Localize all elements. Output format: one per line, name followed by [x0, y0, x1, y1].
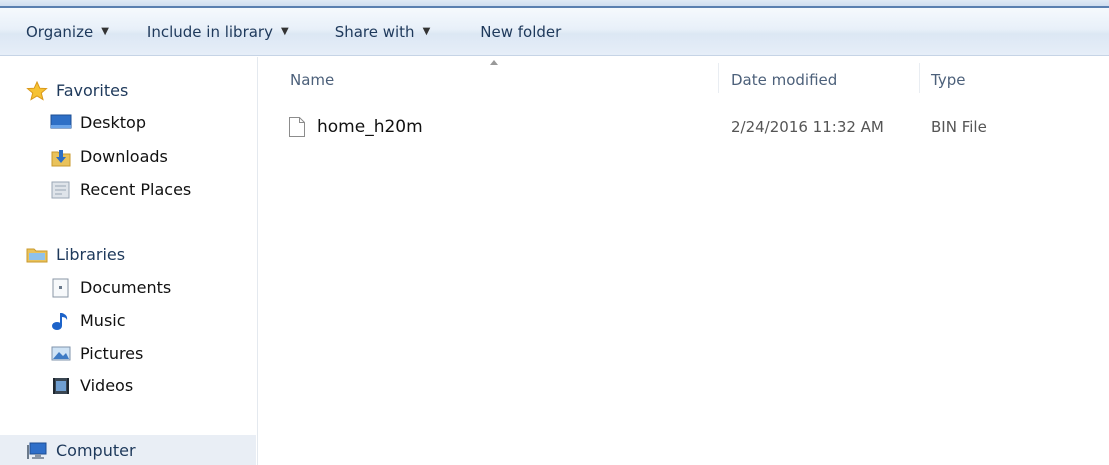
nav-libraries[interactable]: Libraries [26, 239, 125, 269]
organize-label: Organize [26, 22, 94, 41]
column-separator[interactable] [919, 63, 920, 93]
nav-item-recent-places[interactable]: Recent Places [50, 174, 191, 204]
nav-item-music-label: Music [80, 310, 126, 330]
new-folder-button[interactable]: New folder [474, 15, 567, 49]
command-bar: Organize ▼ Include in library ▼ Share wi… [0, 8, 1109, 56]
pictures-icon [50, 344, 72, 362]
nav-item-videos[interactable]: Videos [50, 370, 133, 400]
nav-item-pictures-label: Pictures [80, 343, 144, 363]
nav-item-music[interactable]: Music [50, 305, 126, 335]
nav-favorites-label: Favorites [56, 80, 129, 100]
nav-item-videos-label: Videos [80, 375, 134, 395]
file-name-cell[interactable]: home_h20m [288, 111, 423, 143]
window-frame-top [0, 0, 1109, 8]
share-with-dropdown-icon: ▼ [422, 26, 431, 37]
nav-computer-label: Computer [56, 440, 136, 460]
nav-item-desktop[interactable]: Desktop [50, 107, 146, 137]
file-date-cell: 2/24/2016 11:32 AM [731, 118, 884, 136]
share-with-button[interactable]: Share with ▼ [329, 15, 437, 49]
column-header-date-modified-label: Date modified [731, 71, 838, 89]
file-name-text: home_h20m [317, 117, 423, 137]
include-in-library-label: Include in library [146, 22, 273, 41]
navigation-pane: Favorites Desktop Downloads Recent Place… [0, 57, 258, 465]
nav-item-documents[interactable]: Documents [50, 272, 171, 302]
column-separator[interactable] [718, 63, 719, 93]
nav-item-recent-places-label: Recent Places [80, 179, 192, 199]
new-folder-label: New folder [480, 22, 562, 41]
include-in-library-button[interactable]: Include in library ▼ [141, 15, 295, 49]
libraries-icon [26, 245, 48, 263]
column-header-type[interactable]: Type [931, 67, 965, 93]
star-icon [26, 81, 48, 101]
column-header-date-modified[interactable]: Date modified [731, 67, 837, 93]
file-list: Name Date modified Type home_h20m 2/24/2… [260, 57, 1109, 465]
videos-icon [50, 376, 72, 394]
organize-button[interactable]: Organize ▼ [20, 15, 115, 49]
column-header-name-label: Name [290, 71, 335, 89]
table-row[interactable]: home_h20m 2/24/2016 11:32 AM BIN File [288, 111, 1088, 143]
share-with-label: Share with [334, 22, 415, 41]
desktop-icon [50, 113, 72, 131]
organize-dropdown-icon: ▼ [101, 26, 109, 37]
recent-places-icon [50, 180, 72, 199]
column-header-type-label: Type [931, 71, 966, 89]
music-icon [50, 311, 72, 330]
column-header-name[interactable]: Name [290, 67, 334, 93]
file-type-cell: BIN File [931, 118, 987, 136]
include-in-library-dropdown-icon: ▼ [280, 26, 289, 37]
sort-ascending-icon [490, 60, 498, 65]
nav-item-pictures[interactable]: Pictures [50, 338, 143, 368]
nav-item-desktop-label: Desktop [80, 112, 146, 132]
nav-item-downloads-label: Downloads [80, 146, 168, 166]
computer-icon [26, 441, 48, 459]
nav-item-downloads[interactable]: Downloads [50, 141, 168, 171]
downloads-icon [50, 147, 72, 167]
nav-computer[interactable]: Computer [0, 435, 256, 465]
nav-item-documents-label: Documents [80, 277, 172, 297]
nav-libraries-label: Libraries [56, 244, 126, 264]
file-icon [288, 116, 306, 138]
nav-favorites[interactable]: Favorites [26, 75, 128, 105]
documents-icon [50, 278, 72, 298]
